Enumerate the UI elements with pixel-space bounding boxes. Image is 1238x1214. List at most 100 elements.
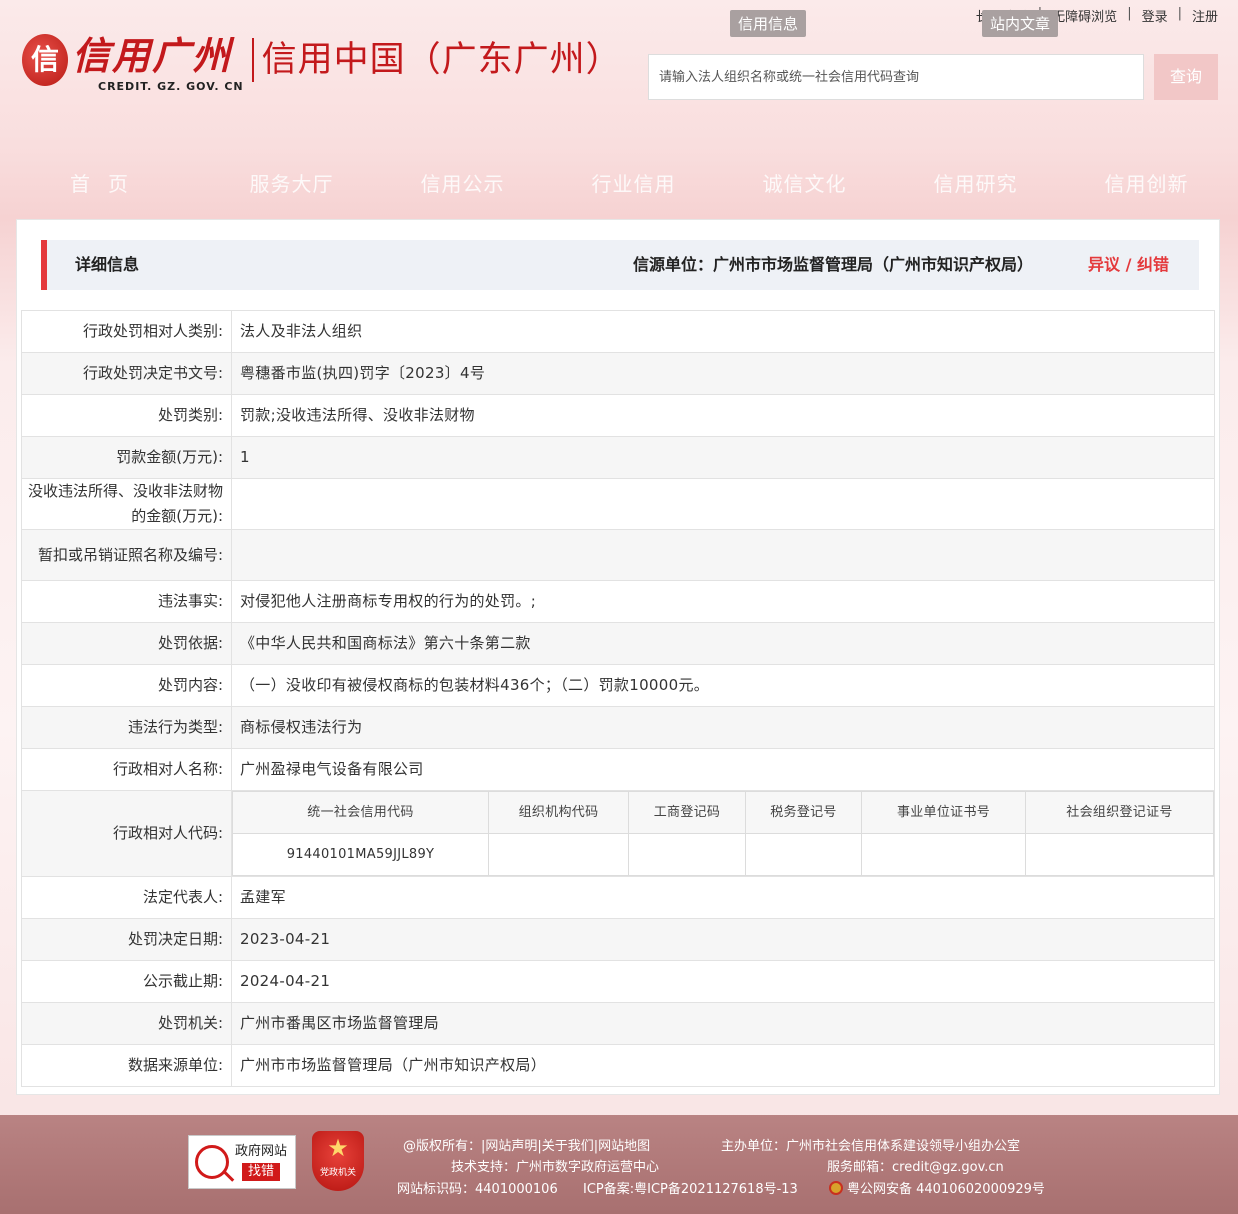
row-value: 2023-04-21 — [231, 918, 1215, 961]
search-tabs: 信用信息 站内文章 — [730, 10, 1059, 37]
top-link-separator: | — [1127, 6, 1132, 21]
row-value — [231, 478, 1215, 530]
row-label: 违法事实: — [21, 580, 232, 623]
codes-value-row: 91440101MA59JJL89Y — [232, 833, 1214, 876]
row-value: 《中华人民共和国商标法》第六十条第二款 — [231, 622, 1215, 665]
gov-site-error-report-badge[interactable]: 政府网站 找错 — [188, 1135, 296, 1189]
footer-police-record[interactable]: 粤公网安备 44010602000929号 — [829, 1178, 1045, 1197]
row-label: 公示截止期: — [21, 960, 232, 1003]
site-logo[interactable]: 信 信用广州 CREDIT. GZ. GOV. CN 信用中国（广东广州） — [22, 34, 622, 93]
row-label: 行政处罚决定书文号: — [21, 352, 232, 395]
table-row: 违法行为类型: 商标侵权违法行为 — [21, 706, 1215, 749]
row-value — [231, 529, 1215, 581]
tab-credit-info[interactable]: 信用信息 — [730, 10, 807, 37]
table-row: 公示截止期: 2024-04-21 — [21, 960, 1215, 1003]
detail-header: 详细信息 信源单位：广州市市场监督管理局（广州市知识产权局） 异议 / 纠错 — [41, 240, 1199, 290]
row-label: 处罚内容: — [21, 664, 232, 707]
row-label: 没收违法所得、没收非法财物的金额(万元): — [21, 478, 232, 530]
row-value: 法人及非法人组织 — [231, 310, 1215, 353]
codes-value — [1025, 833, 1214, 876]
codes-value: 91440101MA59JJL89Y — [232, 833, 489, 876]
tab-site-articles[interactable]: 站内文章 — [982, 10, 1059, 37]
detail-card: 详细信息 信源单位：广州市市场监督管理局（广州市知识产权局） 异议 / 纠错 行… — [16, 219, 1220, 1095]
table-row: 暂扣或吊销证照名称及编号: — [21, 529, 1215, 581]
row-value: 粤穗番市监(执四)罚字〔2023〕4号 — [231, 352, 1215, 395]
footer-tech-support: 技术支持：广州市数字政府运营中心 — [451, 1160, 660, 1175]
site-footer: 政府网站 找错 ★ 党政机关 @版权所有：|网站声明|关于我们|网站地图 主办单… — [0, 1115, 1238, 1214]
top-link-separator: | — [1177, 6, 1182, 21]
nav-item-credit-research[interactable]: 信用研究 — [890, 168, 1061, 197]
codes-value — [745, 833, 862, 876]
row-label: 罚款金额(万元): — [21, 436, 232, 479]
footer-host: 主办单位：广州市社会信用体系建设领导小组办公室 — [721, 1139, 1021, 1154]
source-unit: 信源单位：广州市市场监督管理局（广州市知识产权局） — [633, 240, 1033, 290]
codes-cell: 统一社会信用代码 组织机构代码 工商登记码 税务登记号 事业单位证书号 社会组织… — [231, 790, 1215, 877]
row-label: 暂扣或吊销证照名称及编号: — [21, 529, 232, 581]
codes-header: 税务登记号 — [745, 791, 862, 834]
logo-domain: CREDIT. GZ. GOV. CN — [98, 80, 244, 93]
row-value: 广州市番禺区市场监督管理局 — [231, 1002, 1215, 1045]
codes-header-row: 统一社会信用代码 组织机构代码 工商登记码 税务登记号 事业单位证书号 社会组织… — [232, 791, 1214, 834]
table-row: 行政相对人代码: 统一社会信用代码 组织机构代码 工商登记码 税务登记号 事业单… — [21, 790, 1215, 877]
footer-icp[interactable]: ICP备案:粤ICP备2021127618号-13 — [583, 1178, 798, 1197]
row-label: 处罚机关: — [21, 1002, 232, 1045]
row-value: 罚款;没收违法所得、没收非法财物 — [231, 394, 1215, 437]
row-value: 孟建军 — [231, 876, 1215, 919]
row-label: 行政相对人名称: — [21, 748, 232, 791]
row-value: 广州市市场监督管理局（广州市知识产权局） — [231, 1044, 1215, 1087]
table-row: 处罚类别: 罚款;没收违法所得、没收非法财物 — [21, 394, 1215, 437]
party-emblem-icon: ★ — [327, 1134, 349, 1162]
row-label: 数据来源单位: — [21, 1044, 232, 1087]
login-link[interactable]: 登录 — [1142, 6, 1168, 25]
magnifier-icon — [195, 1145, 229, 1179]
codes-header: 社会组织登记证号 — [1025, 791, 1214, 834]
row-label: 行政相对人代码: — [21, 790, 232, 877]
table-row: 行政处罚相对人类别: 法人及非法人组织 — [21, 310, 1215, 353]
codes-header: 统一社会信用代码 — [232, 791, 489, 834]
logo-cn-title: 信用中国（广东广州） — [261, 40, 622, 80]
penalty-detail-table: 行政处罚相对人类别: 法人及非法人组织 行政处罚决定书文号: 粤穗番市监(执四)罚字… — [21, 310, 1215, 1087]
search-button[interactable]: 查询 — [1154, 54, 1218, 100]
codes-value — [861, 833, 1026, 876]
codes-value — [488, 833, 629, 876]
party-organ-badge[interactable]: ★ 党政机关 — [312, 1131, 364, 1191]
footer-links[interactable]: @版权所有：|网站声明|关于我们|网站地图 — [403, 1135, 650, 1154]
barrier-free-link[interactable]: 无障碍浏览 — [1052, 6, 1117, 25]
codes-value — [628, 833, 746, 876]
row-label: 处罚依据: — [21, 622, 232, 665]
table-row: 数据来源单位: 广州市市场监督管理局（广州市知识产权局） — [21, 1044, 1215, 1087]
footer-email[interactable]: 服务邮箱：credit@gz.gov.cn — [827, 1156, 1004, 1175]
gov-badge-bottom-text: 找错 — [242, 1163, 281, 1181]
nav-item-industry-credit[interactable]: 行业信用 — [548, 168, 719, 197]
nav-item-service-hall[interactable]: 服务大厅 — [206, 168, 377, 197]
search-input[interactable]: 请输入法人组织名称或统一社会信用代码查询 — [648, 54, 1144, 100]
table-row: 违法事实: 对侵犯他人注册商标专用权的行为的处罚。; — [21, 580, 1215, 623]
nav-item-credit-publicity[interactable]: 信用公示 — [377, 168, 548, 197]
police-record-text: 粤公网安备 44010602000929号 — [847, 1182, 1045, 1197]
nav-item-credit-innovation[interactable]: 信用创新 — [1061, 168, 1232, 197]
codes-header: 组织机构代码 — [488, 791, 629, 834]
gov-badge-top-text: 政府网站 — [235, 1144, 288, 1159]
logo-seal-icon: 信 — [22, 34, 68, 86]
row-value: 广州盈禄电气设备有限公司 — [231, 748, 1215, 791]
table-row: 处罚决定日期: 2023-04-21 — [21, 918, 1215, 961]
table-row: 行政相对人名称: 广州盈禄电气设备有限公司 — [21, 748, 1215, 791]
codes-header: 工商登记码 — [628, 791, 746, 834]
row-label: 处罚决定日期: — [21, 918, 232, 961]
row-value: 商标侵权违法行为 — [231, 706, 1215, 749]
nav-item-home[interactable]: 首页 — [0, 168, 206, 197]
row-value: 1 — [231, 436, 1215, 479]
row-label: 行政处罚相对人类别: — [21, 310, 232, 353]
register-link[interactable]: 注册 — [1192, 6, 1218, 25]
table-row: 没收违法所得、没收非法财物的金额(万元): — [21, 478, 1215, 530]
site-header: 信 信用广州 CREDIT. GZ. GOV. CN 信用中国（广东广州） 长者… — [0, 0, 1238, 220]
party-badge-text: 党政机关 — [319, 1168, 356, 1178]
entity-codes-table: 统一社会信用代码 组织机构代码 工商登记码 税务登记号 事业单位证书号 社会组织… — [232, 791, 1214, 876]
table-row: 处罚机关: 广州市番禺区市场监督管理局 — [21, 1002, 1215, 1045]
dispute-correction-link[interactable]: 异议 / 纠错 — [1088, 240, 1169, 290]
logo-divider — [251, 38, 254, 82]
police-badge-icon — [829, 1181, 843, 1195]
row-value: 对侵犯他人注册商标专用权的行为的处罚。; — [231, 580, 1215, 623]
detail-title: 详细信息 — [75, 255, 140, 274]
nav-item-integrity-culture[interactable]: 诚信文化 — [719, 168, 890, 197]
